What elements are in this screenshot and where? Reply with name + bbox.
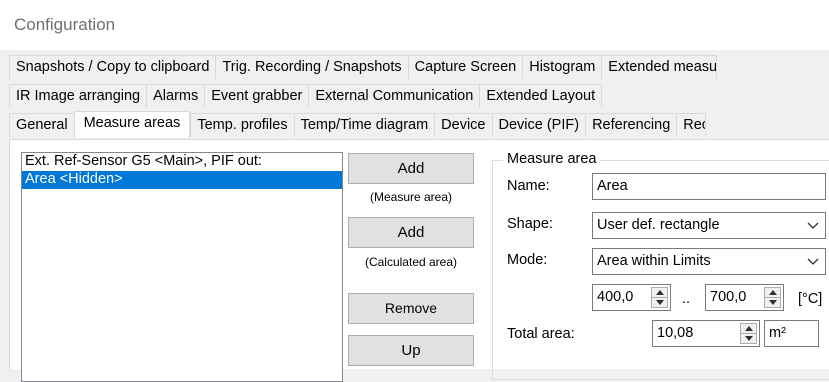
tab-general[interactable]: General (9, 113, 74, 137)
measure-area-group-label: Measure area (503, 151, 601, 167)
total-area-updown[interactable] (740, 323, 757, 344)
add-calculated-area-button[interactable]: Add (348, 217, 474, 248)
tab-external-communication[interactable]: External Communication (308, 84, 480, 108)
tab-extended-layout[interactable]: Extended Layout (479, 84, 603, 108)
add-measure-area-button[interactable]: Add (348, 153, 474, 184)
tab-event-grabber[interactable]: Event grabber (204, 84, 309, 108)
add-calculated-area-caption: (Calculated area) (364, 255, 458, 269)
range-separator: .. (682, 291, 691, 307)
chevron-down-icon (807, 258, 819, 265)
tab-ir-image-arranging[interactable]: IR Image arranging (9, 84, 147, 108)
high-limit-updown[interactable] (764, 287, 781, 308)
shape-label: Shape: (507, 216, 553, 232)
spin-up-button[interactable] (765, 288, 780, 298)
chevron-down-icon (807, 222, 819, 229)
arrow-up-icon (745, 326, 753, 331)
total-area-value: 10,08 (657, 325, 694, 341)
tab-snapshots-copy[interactable]: Snapshots / Copy to clipboard (9, 55, 216, 79)
total-area-spinner[interactable]: 10,08 (652, 320, 760, 347)
tab-recording[interactable]: Rec (676, 113, 707, 137)
tab-temp-time-diagram[interactable]: Temp/Time diagram (293, 113, 435, 137)
tab-trig-recording[interactable]: Trig. Recording / Snapshots (215, 55, 408, 79)
remove-button[interactable]: Remove (348, 293, 474, 324)
arrow-up-icon (769, 290, 777, 295)
low-limit-value: 400,0 (597, 289, 634, 305)
temperature-unit: [°C] (798, 291, 823, 307)
low-limit-updown[interactable] (651, 287, 668, 308)
arrow-down-icon (656, 300, 664, 305)
low-limit-spinner[interactable]: 400,0 (592, 284, 671, 311)
tab-row-1: Snapshots / Copy to clipboard Trig. Reco… (9, 55, 718, 79)
spin-up-button[interactable] (741, 324, 756, 334)
tab-referencing[interactable]: Referencing (585, 113, 677, 137)
tab-measure-areas[interactable]: Measure areas (73, 111, 191, 138)
tab-histogram[interactable]: Histogram (522, 55, 602, 79)
mode-value: Area within Limits (597, 253, 711, 269)
mode-label: Mode: (507, 252, 548, 268)
spin-down-button[interactable] (741, 334, 756, 344)
window-title: Configuration (14, 15, 116, 34)
high-limit-spinner[interactable]: 700,0 (705, 284, 784, 311)
arrow-up-icon (656, 290, 664, 295)
tab-device-pif[interactable]: Device (PIF) (491, 113, 586, 137)
arrow-down-icon (769, 300, 777, 305)
tab-alarms[interactable]: Alarms (146, 84, 205, 108)
high-limit-value: 700,0 (710, 289, 747, 305)
tab-temp-profiles[interactable]: Temp. profiles (190, 113, 294, 137)
total-area-label: Total area: (507, 326, 575, 342)
shape-value: User def. rectangle (597, 217, 720, 233)
up-button[interactable]: Up (348, 335, 474, 366)
tab-row-2: IR Image arranging Alarms Event grabber … (9, 84, 603, 108)
measure-areas-panel: Ext. Ref-Sensor G5 <Main>, PIF out: Area… (9, 139, 829, 382)
tab-capture-screen[interactable]: Capture Screen (407, 55, 523, 79)
measure-area-list[interactable]: Ext. Ref-Sensor G5 <Main>, PIF out: Area… (21, 152, 343, 382)
title-bar: Configuration (0, 0, 829, 50)
name-label: Name: (507, 178, 550, 194)
tab-extended-measurement[interactable]: Extended measu (601, 55, 718, 79)
list-item-selected[interactable]: Area <Hidden> (22, 171, 342, 189)
shape-dropdown[interactable]: User def. rectangle (592, 212, 826, 239)
tab-row-3: General Measure areas Temp. profiles Tem… (9, 111, 707, 138)
tab-device[interactable]: Device (434, 113, 492, 137)
spin-down-button[interactable] (652, 298, 667, 308)
spin-down-button[interactable] (765, 298, 780, 308)
spin-up-button[interactable] (652, 288, 667, 298)
area-unit-field[interactable]: m² (764, 320, 819, 347)
arrow-down-icon (745, 336, 753, 341)
list-item[interactable]: Ext. Ref-Sensor G5 <Main>, PIF out: (22, 153, 342, 171)
mode-dropdown[interactable]: Area within Limits (592, 248, 826, 275)
add-measure-area-caption: (Measure area) (369, 190, 453, 204)
name-input[interactable]: Area (592, 173, 826, 200)
